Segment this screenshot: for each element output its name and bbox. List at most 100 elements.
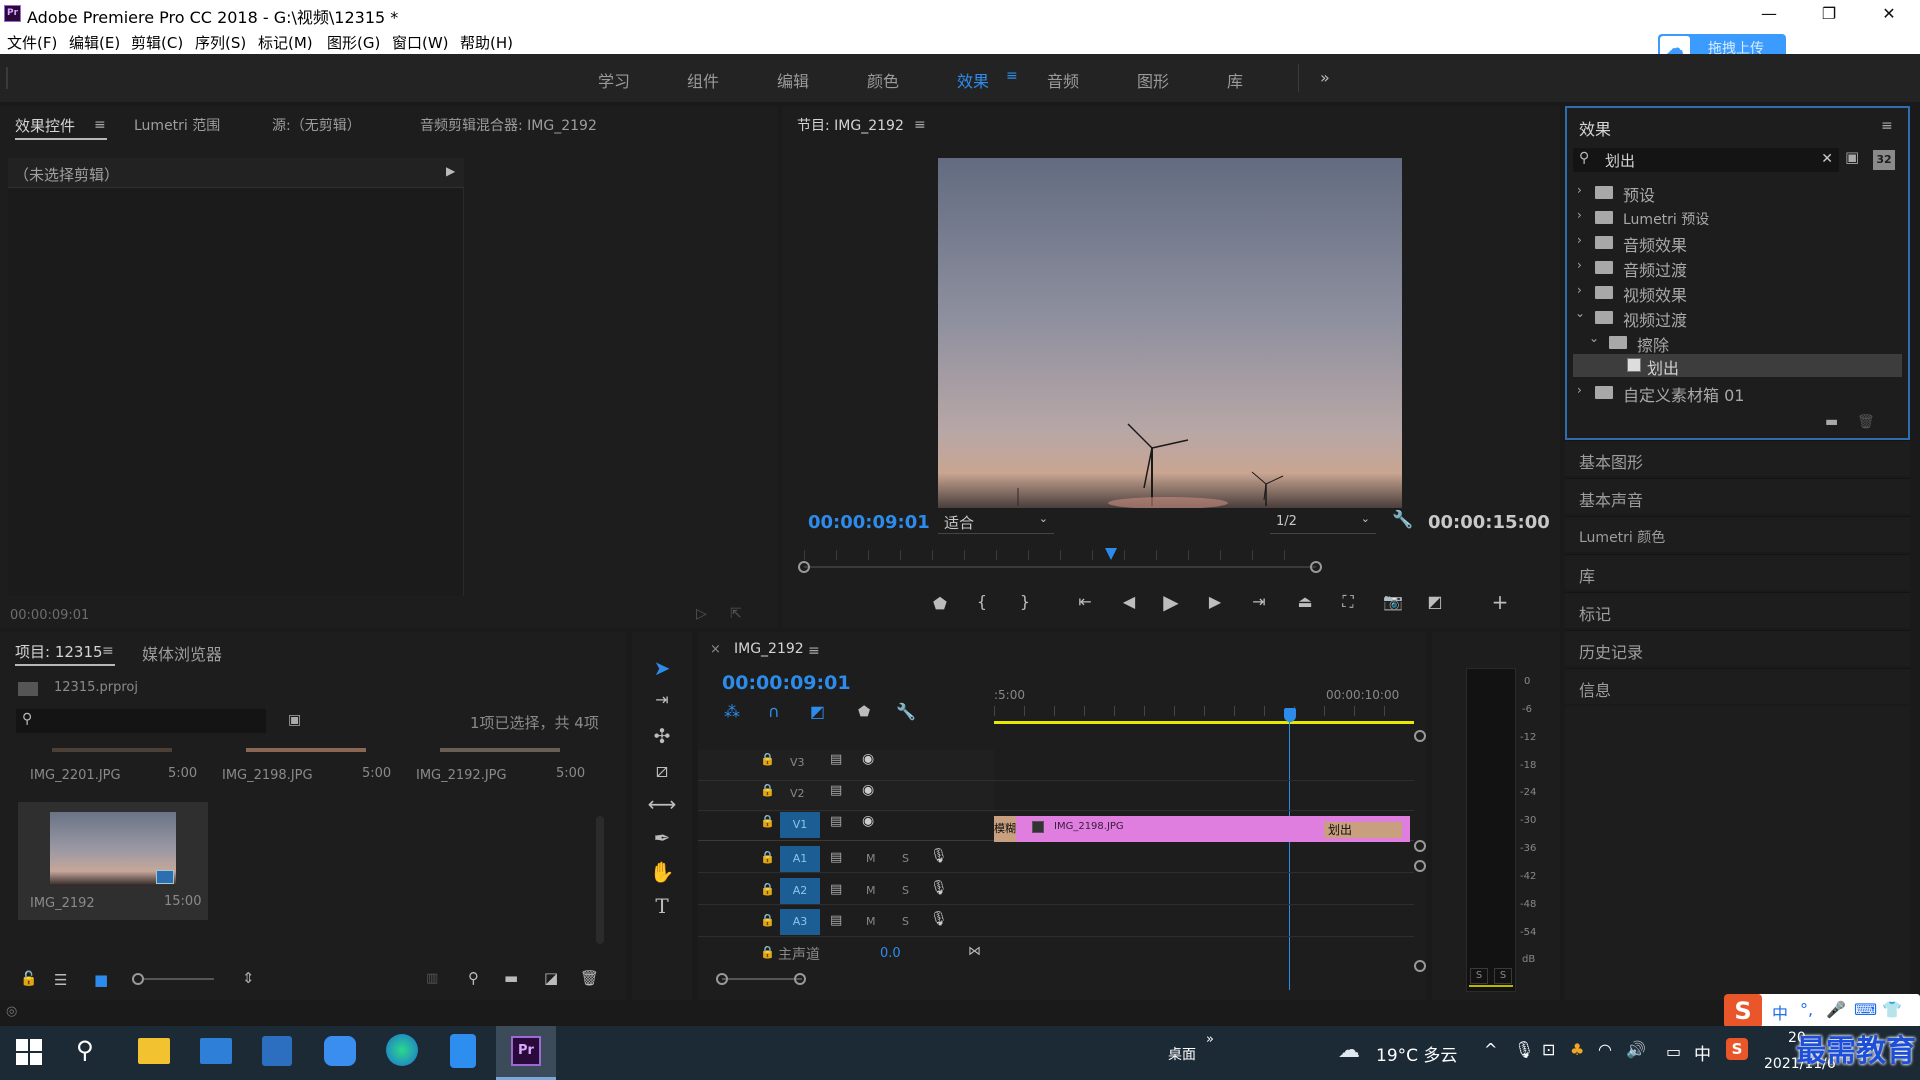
eye-icon[interactable]: ◉ — [862, 751, 874, 767]
selection-tool-icon[interactable]: ➤ — [647, 656, 677, 680]
menu-file[interactable]: 文件(F) — [7, 32, 57, 53]
find-icon[interactable]: ⚲ — [468, 969, 479, 987]
trash-icon[interactable]: 🗑 — [580, 969, 599, 987]
hand-tool-icon[interactable]: ✋ — [647, 860, 677, 884]
track-select-tool-icon[interactable]: ⇥ — [647, 690, 677, 709]
tab-effect-controls[interactable]: 效果控件 — [15, 115, 75, 136]
step-forward-icon[interactable]: ▶︎ — [1202, 592, 1228, 611]
store-icon[interactable] — [262, 1036, 292, 1066]
solo-button[interactable]: S — [902, 884, 909, 897]
minimize-button[interactable]: — — [1746, 2, 1792, 26]
nest-icon[interactable]: ⁂ — [724, 702, 740, 721]
tab-audio-clip-mixer[interactable]: 音频剪辑混合器: IMG_2192 — [420, 115, 597, 135]
32bit-effects-icon[interactable]: 32 — [1873, 150, 1895, 170]
sort-icon[interactable]: ⇕ — [242, 969, 255, 987]
tree-item-audio-effects[interactable]: › 音频效果 — [1567, 230, 1908, 255]
new-bin-icon[interactable]: ▬ — [504, 969, 518, 987]
track-target-v1[interactable]: V1 — [780, 812, 820, 838]
lock-icon[interactable]: 🔒 — [760, 882, 775, 896]
microphone-icon[interactable]: 🎙 — [930, 880, 948, 896]
timeline-playhead[interactable] — [1284, 708, 1296, 722]
new-bin-from-search-icon[interactable]: ▣ — [288, 712, 301, 728]
menu-help[interactable]: 帮助(H) — [460, 32, 513, 53]
panel-menu-icon[interactable]: ≡ — [1881, 118, 1893, 134]
fit-dropdown[interactable]: 适合 ⌄ — [938, 510, 1054, 534]
new-item-icon[interactable]: ◪ — [544, 969, 558, 987]
h-scroll-start[interactable] — [716, 973, 728, 985]
workspace-overflow-button[interactable]: » — [1320, 68, 1330, 87]
tablet-app-icon[interactable] — [450, 1034, 476, 1068]
master-volume[interactable]: 0.0 — [880, 946, 901, 961]
menu-edit[interactable]: 编辑(E) — [69, 32, 120, 53]
ime-mode[interactable]: 中 — [1772, 1000, 1788, 1024]
lift-icon[interactable]: ⏏ — [1292, 592, 1318, 611]
sync-lock-icon[interactable]: ▤ — [830, 752, 842, 767]
v-scroll-handle[interactable] — [1414, 840, 1426, 852]
add-marker-icon[interactable]: ⬟ — [927, 594, 953, 613]
project-item[interactable]: IMG_2192.JPG 5:00 — [406, 748, 596, 828]
input-language[interactable]: 中 — [1694, 1040, 1711, 1065]
transition-blur[interactable]: 模糊 — [994, 816, 1016, 842]
h-scroll-end[interactable] — [794, 973, 806, 985]
go-to-out-icon[interactable]: ⋈ — [968, 944, 981, 959]
linked-selection-icon[interactable]: ◩ — [810, 702, 825, 721]
panel-menu-icon[interactable]: ≡ — [808, 643, 820, 659]
tree-item-video-transitions[interactable]: ⌄ 视频过渡 — [1567, 305, 1908, 330]
icon-view-icon[interactable]: ■ — [94, 971, 108, 989]
menu-window[interactable]: 窗口(W) — [392, 32, 449, 53]
tab-lumetri-scopes[interactable]: Lumetri 范围 — [134, 115, 220, 135]
panel-info[interactable]: 信息 — [1565, 668, 1910, 704]
lock-icon[interactable]: 🔒 — [760, 752, 775, 766]
ripple-edit-tool-icon[interactable]: ✣ — [647, 724, 677, 748]
work-area-bar[interactable] — [994, 721, 1414, 724]
timeline-timecode[interactable]: 00:00:09:01 — [722, 672, 851, 694]
panel-lumetri-color[interactable]: Lumetri 颜色 — [1565, 516, 1910, 552]
microphone-icon[interactable]: 🎙 — [930, 848, 948, 864]
panel-menu-icon[interactable]: ≡ — [914, 117, 926, 133]
windows-start-icon[interactable] — [16, 1039, 42, 1065]
slip-tool-icon[interactable]: ⟷ — [647, 792, 677, 816]
weather-text[interactable]: 19°C 多云 — [1376, 1041, 1457, 1066]
a-scroll-handle[interactable] — [1414, 860, 1426, 872]
network-app-icon[interactable]: ⊡ — [1542, 1040, 1555, 1059]
razor-tool-icon[interactable]: ⧄ — [647, 758, 677, 782]
program-scrub-bar[interactable] — [804, 566, 1316, 568]
workspace-tab-effects[interactable]: 效果 — [957, 68, 989, 92]
premiere-taskbar-button[interactable]: Pr — [496, 1026, 556, 1080]
project-search-input[interactable]: ⚲ — [16, 709, 266, 733]
tree-item-custom-bin[interactable]: › 自定义素材箱 01 — [1567, 380, 1908, 405]
ime-keyboard-icon[interactable]: ⌨ — [1854, 1000, 1877, 1019]
file-explorer-icon[interactable] — [138, 1038, 170, 1064]
edge-browser-icon[interactable] — [386, 1034, 418, 1066]
sogou-tray-icon[interactable]: S — [1726, 1038, 1748, 1060]
desktop-toolbar[interactable]: 桌面 — [1168, 1044, 1196, 1064]
trash-icon[interactable]: 🗑 — [1857, 414, 1875, 430]
lock-icon[interactable]: 🔓 — [20, 971, 37, 987]
search-icon[interactable]: ⚲ — [76, 1036, 94, 1064]
play-icon[interactable]: ▶ — [1158, 590, 1184, 614]
sync-lock-icon[interactable]: ▤ — [830, 850, 842, 865]
workspace-tab-learn[interactable]: 学习 — [598, 68, 630, 92]
mute-button[interactable]: M — [866, 915, 876, 928]
menu-clip[interactable]: 剪辑(C) — [131, 32, 183, 53]
panel-essential-sound[interactable]: 基本声音 — [1565, 478, 1910, 514]
project-item-selected[interactable]: IMG_2192 15:00 — [18, 802, 208, 920]
program-current-time[interactable]: 00:00:09:01 — [808, 512, 930, 533]
mute-button[interactable]: M — [866, 884, 876, 897]
panel-libraries[interactable]: 库 — [1565, 554, 1910, 590]
tab-media-browser[interactable]: 媒体浏览器 — [142, 641, 222, 665]
tab-project[interactable]: 项目: 12315 — [15, 641, 103, 662]
pen-tool-icon[interactable]: ✒ — [647, 826, 677, 850]
comparison-view-icon[interactable]: ◩ — [1422, 592, 1448, 611]
extract-icon[interactable]: ⛶ — [1335, 592, 1361, 612]
snap-magnet-icon[interactable]: ∩ — [768, 702, 780, 721]
automate-icon[interactable]: ▥ — [426, 971, 438, 986]
meter-solo-right[interactable]: S — [1494, 968, 1512, 984]
step-back-icon[interactable]: ◀︎ — [1116, 592, 1142, 611]
mark-out-icon[interactable]: } — [1012, 592, 1038, 611]
tree-item-audio-transitions[interactable]: › 音频过渡 — [1567, 255, 1908, 280]
workspace-tab-libraries[interactable]: 库 — [1227, 68, 1243, 92]
menu-marker[interactable]: 标记(M) — [258, 32, 313, 53]
workspace-tab-assembly[interactable]: 组件 — [687, 68, 719, 92]
lock-icon[interactable]: 🔒 — [760, 814, 775, 828]
